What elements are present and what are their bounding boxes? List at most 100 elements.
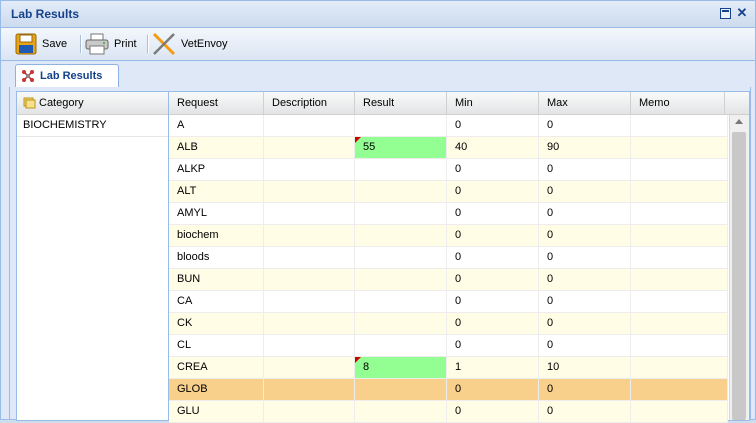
cell-request[interactable]: CL	[169, 335, 264, 356]
cell-max[interactable]: 10	[539, 357, 631, 378]
cell-request[interactable]: GLU	[169, 401, 264, 422]
cell-min[interactable]: 40	[447, 137, 539, 158]
table-row[interactable]: CK 0 0	[169, 313, 728, 335]
cell-result[interactable]	[355, 269, 447, 290]
table-row[interactable]: CL 0 0	[169, 335, 728, 357]
cell-result[interactable]: 55	[355, 137, 447, 158]
cell-memo[interactable]	[631, 247, 728, 268]
table-row[interactable]: BUN 0 0	[169, 269, 728, 291]
cell-max[interactable]: 0	[539, 247, 631, 268]
table-row[interactable]: GLU 0 0	[169, 401, 728, 423]
column-header-result[interactable]: Result	[355, 92, 447, 114]
cell-memo[interactable]	[631, 203, 728, 224]
cell-memo[interactable]	[631, 291, 728, 312]
table-row[interactable]: CA 0 0	[169, 291, 728, 313]
scrollbar-thumb[interactable]	[732, 132, 746, 420]
table-row[interactable]: ALT 0 0	[169, 181, 728, 203]
column-header-description[interactable]: Description	[264, 92, 355, 114]
cell-max[interactable]: 0	[539, 335, 631, 356]
column-header-min[interactable]: Min	[447, 92, 539, 114]
cell-request[interactable]: ALB	[169, 137, 264, 158]
column-header-max[interactable]: Max	[539, 92, 631, 114]
cell-request[interactable]: BUN	[169, 269, 264, 290]
cell-description[interactable]	[264, 181, 355, 202]
cell-max[interactable]: 90	[539, 137, 631, 158]
cell-description[interactable]	[264, 225, 355, 246]
table-row[interactable]: GLOB 0 0	[169, 379, 728, 401]
cell-request[interactable]: ALKP	[169, 159, 264, 180]
cell-max[interactable]: 0	[539, 269, 631, 290]
cell-memo[interactable]	[631, 269, 728, 290]
cell-description[interactable]	[264, 137, 355, 158]
cell-min[interactable]: 0	[447, 401, 539, 422]
cell-max[interactable]: 0	[539, 401, 631, 422]
table-row[interactable]: ALKP 0 0	[169, 159, 728, 181]
cell-min[interactable]: 0	[447, 313, 539, 334]
cell-memo[interactable]	[631, 379, 728, 400]
cell-description[interactable]	[264, 379, 355, 400]
cell-description[interactable]	[264, 247, 355, 268]
cell-max[interactable]: 0	[539, 115, 631, 136]
column-header-request[interactable]: Request	[169, 92, 264, 114]
cell-max[interactable]: 0	[539, 291, 631, 312]
tab-lab-results[interactable]: Lab Results	[15, 64, 119, 87]
cell-result[interactable]: 8	[355, 357, 447, 378]
cell-result[interactable]	[355, 225, 447, 246]
cell-result[interactable]	[355, 291, 447, 312]
window-titlebar[interactable]: Lab Results ✕	[1, 1, 755, 28]
vetenvoy-button[interactable]: VetEnvoy	[152, 32, 227, 56]
cell-request[interactable]: A	[169, 115, 264, 136]
cell-request[interactable]: AMYL	[169, 203, 264, 224]
cell-result[interactable]	[355, 401, 447, 422]
cell-memo[interactable]	[631, 181, 728, 202]
cell-min[interactable]: 0	[447, 291, 539, 312]
cell-request[interactable]: bloods	[169, 247, 264, 268]
cell-description[interactable]	[264, 269, 355, 290]
cell-memo[interactable]	[631, 335, 728, 356]
vertical-scrollbar[interactable]	[729, 115, 749, 420]
category-header[interactable]: Category	[17, 92, 169, 115]
cell-min[interactable]: 0	[447, 115, 539, 136]
cell-result[interactable]	[355, 181, 447, 202]
cell-description[interactable]	[264, 159, 355, 180]
table-row[interactable]: CREA 8 1 10	[169, 357, 728, 379]
cell-min[interactable]: 0	[447, 181, 539, 202]
cell-max[interactable]: 0	[539, 225, 631, 246]
cell-description[interactable]	[264, 357, 355, 378]
cell-min[interactable]: 0	[447, 269, 539, 290]
cell-request[interactable]: CA	[169, 291, 264, 312]
table-row[interactable]: AMYL 0 0	[169, 203, 728, 225]
cell-memo[interactable]	[631, 137, 728, 158]
cell-min[interactable]: 0	[447, 335, 539, 356]
cell-result[interactable]	[355, 159, 447, 180]
table-row[interactable]: biochem 0 0	[169, 225, 728, 247]
save-button[interactable]: Save	[15, 32, 67, 56]
cell-max[interactable]: 0	[539, 313, 631, 334]
cell-description[interactable]	[264, 203, 355, 224]
cell-memo[interactable]	[631, 159, 728, 180]
column-header-memo[interactable]: Memo	[631, 92, 725, 114]
cell-memo[interactable]	[631, 313, 728, 334]
cell-result[interactable]	[355, 203, 447, 224]
maximize-icon[interactable]	[720, 8, 731, 19]
table-row[interactable]: ALB 55 40 90	[169, 137, 728, 159]
cell-result[interactable]	[355, 335, 447, 356]
cell-result[interactable]	[355, 115, 447, 136]
cell-max[interactable]: 0	[539, 379, 631, 400]
cell-description[interactable]	[264, 291, 355, 312]
cell-max[interactable]: 0	[539, 181, 631, 202]
scroll-up-icon[interactable]	[730, 115, 749, 129]
cell-request[interactable]: GLOB	[169, 379, 264, 400]
cell-memo[interactable]	[631, 357, 728, 378]
cell-request[interactable]: CK	[169, 313, 264, 334]
cell-memo[interactable]	[631, 401, 728, 422]
cell-request[interactable]: CREA	[169, 357, 264, 378]
category-item-biochemistry[interactable]: BIOCHEMISTRY	[17, 115, 169, 137]
cell-description[interactable]	[264, 401, 355, 422]
cell-min[interactable]: 0	[447, 247, 539, 268]
close-icon[interactable]: ✕	[736, 6, 748, 19]
cell-min[interactable]: 0	[447, 379, 539, 400]
table-row[interactable]: bloods 0 0	[169, 247, 728, 269]
cell-description[interactable]	[264, 115, 355, 136]
cell-description[interactable]	[264, 335, 355, 356]
